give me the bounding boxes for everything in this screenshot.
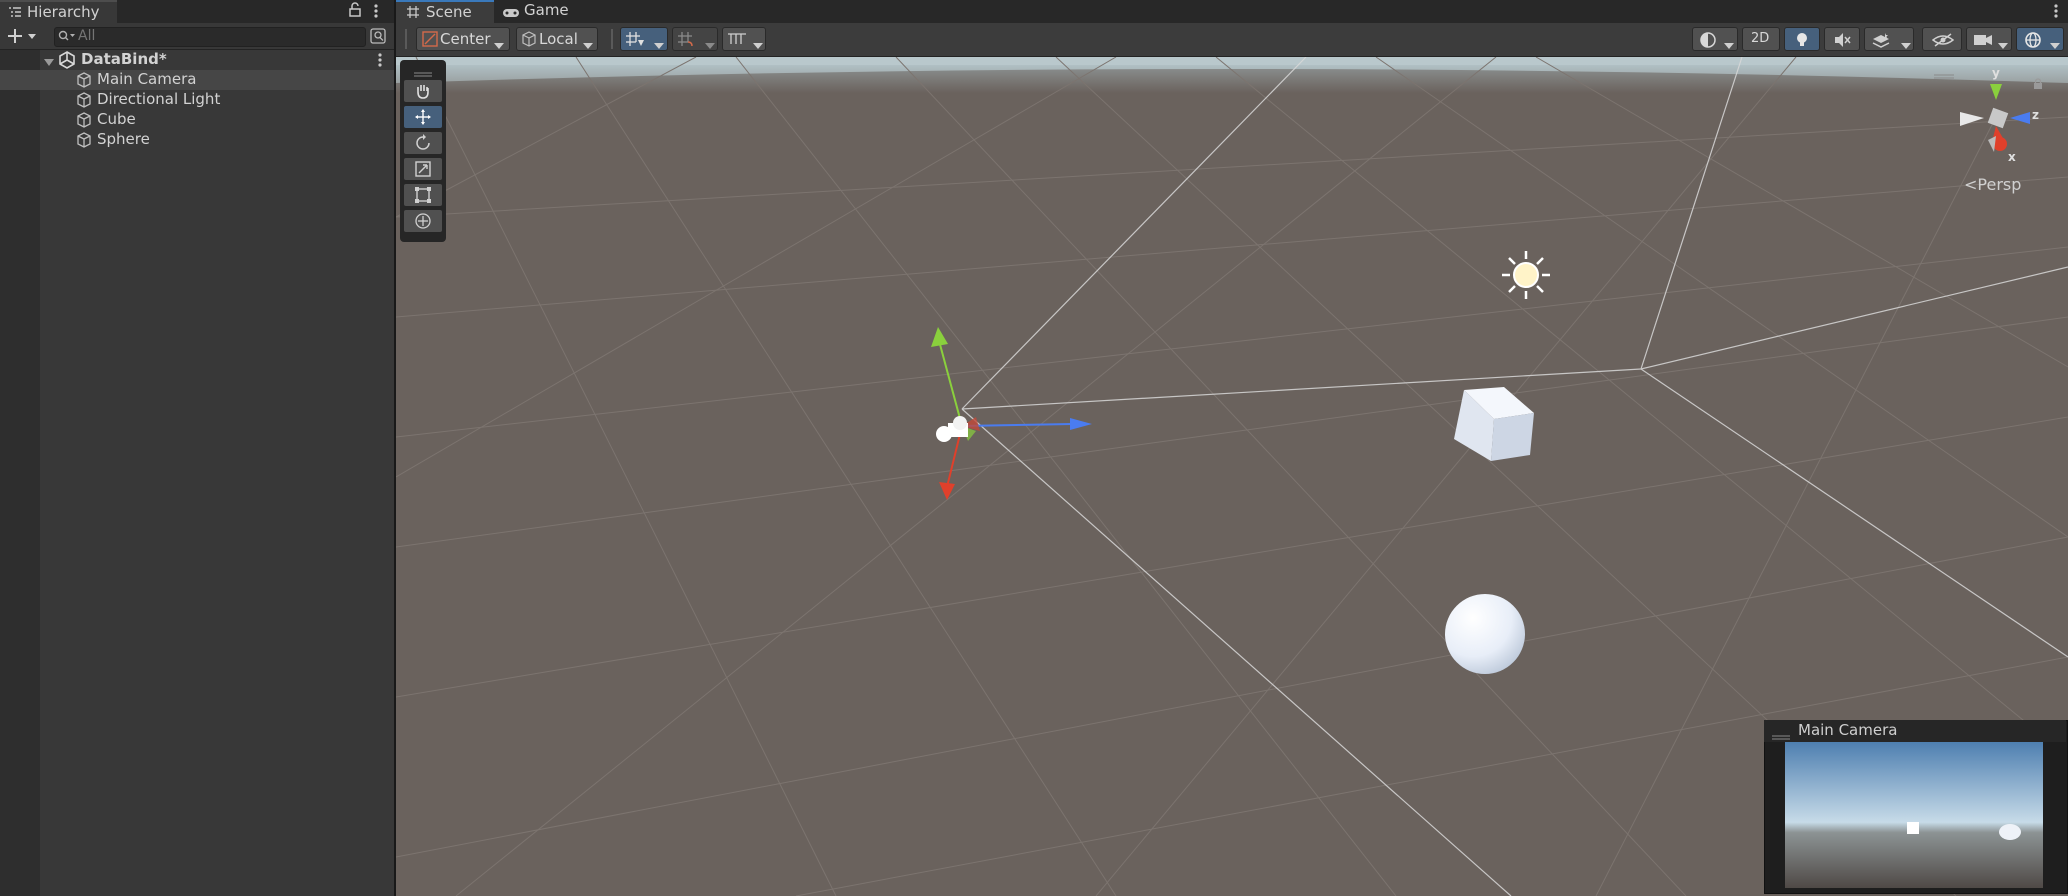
camera-icon [1973,32,1993,52]
rotate-icon [414,134,432,156]
grid-snapping-button[interactable] [620,27,668,51]
align-button[interactable] [722,27,766,51]
scene-visibility-button[interactable] [1922,27,1962,51]
hierarchy-scene-root[interactable]: DataBind* [40,50,394,70]
space-mode-label: Local [539,30,578,48]
increment-snapping-button[interactable] [672,27,718,51]
transform-tool-button[interactable] [404,210,442,232]
rect-transform-icon [414,186,432,208]
gizmo-globe-icon [2023,30,2043,54]
hierarchy-item-sphere[interactable]: Sphere [0,130,394,150]
move-arrows-icon [414,108,432,130]
pivot-mode-label: Center [440,30,491,48]
rotate-tool-button[interactable] [404,132,442,154]
hierarchy-item-label: Directional Light [97,90,221,108]
space-mode-dropdown[interactable]: Local [516,27,598,51]
shading-sphere-icon [1699,31,1717,53]
search-input[interactable] [78,27,358,45]
tab-scene-label: Scene [426,3,472,21]
chevron-down-icon [753,36,763,54]
toolbar-grip-icon [404,29,408,53]
tab-hierarchy-label: Hierarchy [27,3,100,21]
view-tool-button[interactable] [404,80,442,102]
scene-more-options-icon[interactable] [2052,2,2060,24]
chevron-down-icon [2050,36,2060,54]
more-options-icon[interactable] [372,2,380,24]
add-object-button[interactable] [6,26,42,50]
camera-preview-image [1785,742,2043,888]
tab-hierarchy[interactable]: Hierarchy [0,0,117,23]
camera-preview-title: Main Camera [1798,721,1898,739]
directional-light-icon [1502,251,1550,299]
audio-toggle-button[interactable] [1824,27,1860,51]
lighting-toggle-button[interactable] [1784,27,1820,51]
camera-settings-dropdown[interactable] [1966,27,2012,51]
gizmo-x-label: x [2008,150,2016,164]
chevron-down-icon [1724,36,1734,54]
tab-scene[interactable]: Scene [396,0,494,23]
draw-mode-dropdown[interactable] [1692,27,1738,51]
chevron-down-icon [1901,36,1911,54]
gizmo-y-label: y [1992,66,2000,80]
toolbar-grip-icon [610,29,614,53]
scene-search-icon[interactable] [370,28,386,48]
toggle-2d-button[interactable]: 2D [1742,27,1780,51]
lock-icon[interactable] [348,2,362,22]
scale-icon [414,160,432,182]
gamepad-icon [502,5,520,23]
hierarchy-item-label: Cube [97,110,136,128]
tab-game[interactable]: Game [496,0,590,23]
projection-label: Persp [1977,175,2022,194]
layers-icon [1871,31,1891,53]
effects-dropdown[interactable] [1864,27,1914,51]
grid-snap-icon [625,31,645,51]
pivot-mode-dropdown[interactable]: Center [416,27,510,51]
hierarchy-item-main-camera[interactable]: Main Camera [0,70,394,90]
scene-tabbar [396,0,2068,23]
chevron-down-icon [654,36,664,54]
eye-hidden-icon [1931,32,1955,52]
chevron-left-icon: < [1964,175,1978,194]
increment-snap-icon [677,31,697,51]
align-icon [727,31,747,51]
projection-toggle[interactable]: <Persp [1964,175,2021,194]
chevron-down-icon [583,36,593,54]
search-icon [58,29,76,47]
speaker-muted-icon [1834,32,1852,52]
gizmos-dropdown[interactable] [2016,27,2064,51]
hierarchy-item-cube[interactable]: Cube [0,110,394,130]
hierarchy-item-label: Main Camera [97,70,197,88]
scale-tool-button[interactable] [404,158,442,180]
grid-hash-icon [406,5,420,23]
hierarchy-gutter [0,50,40,896]
list-icon [8,5,22,23]
toggle-2d-label: 2D [1751,31,1770,46]
sphere-object [1445,594,1525,674]
orientation-gizmo[interactable]: y z x [1954,66,2044,170]
hierarchy-item-directional-light[interactable]: Directional Light [0,90,394,110]
camera-preview-header[interactable]: Main Camera [1764,720,2066,742]
hierarchy-item-label: Sphere [97,130,150,148]
chevron-down-icon [1998,36,2008,54]
move-tool-button[interactable] [404,106,442,128]
lightbulb-icon [1795,31,1809,53]
hand-icon [414,82,432,104]
chevron-down-icon [494,36,504,54]
transform-all-icon [414,212,432,234]
rect-tool-button[interactable] [404,184,442,206]
gizmo-grip-icon[interactable] [1934,66,1954,84]
tab-game-label: Game [524,1,569,19]
local-cube-icon [521,31,537,51]
chevron-down-icon [705,36,715,54]
scene-name: DataBind* [81,50,167,68]
gameobject-cube-icon [75,131,93,153]
gizmo-z-label: z [2032,108,2039,122]
pivot-center-icon [422,31,438,51]
